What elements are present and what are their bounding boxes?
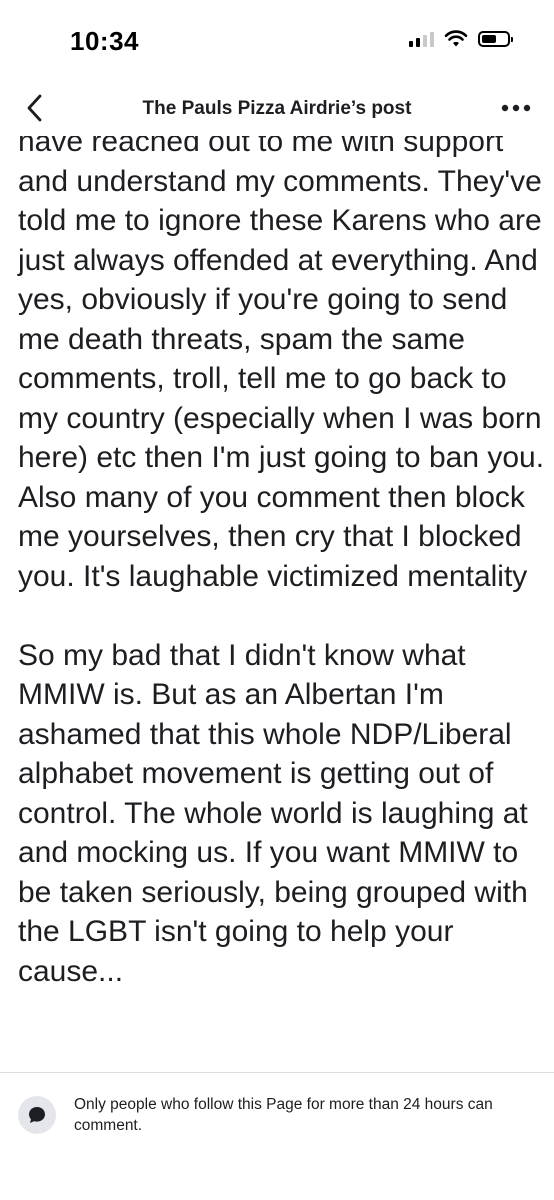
status-time: 10:34	[70, 26, 139, 56]
post-header: The Pauls Pizza Airdrie’s post	[0, 80, 554, 136]
more-horizontal-icon	[501, 104, 531, 112]
status-icons	[409, 30, 513, 48]
chat-bubble-icon	[18, 1096, 56, 1134]
comment-restriction-notice: Only people who follow this Page for mor…	[18, 1090, 538, 1150]
battery-icon	[478, 31, 513, 47]
divider	[0, 1072, 554, 1073]
wifi-icon	[444, 30, 468, 47]
post-body: have reached out to me with support and …	[0, 128, 554, 1070]
post-paragraph: have reached out to me with support and …	[18, 128, 545, 593]
status-bar: 10:34	[0, 0, 554, 80]
comment-notice-text: Only people who follow this Page for mor…	[74, 1096, 493, 1134]
post-paragraph: So my bad that I didn't know what MMIW i…	[18, 638, 528, 988]
page-title: The Pauls Pizza Airdrie’s post	[142, 98, 412, 119]
cellular-signal-icon	[409, 31, 434, 47]
more-options-button[interactable]	[498, 94, 534, 122]
post-text: have reached out to me with support and …	[18, 128, 548, 991]
